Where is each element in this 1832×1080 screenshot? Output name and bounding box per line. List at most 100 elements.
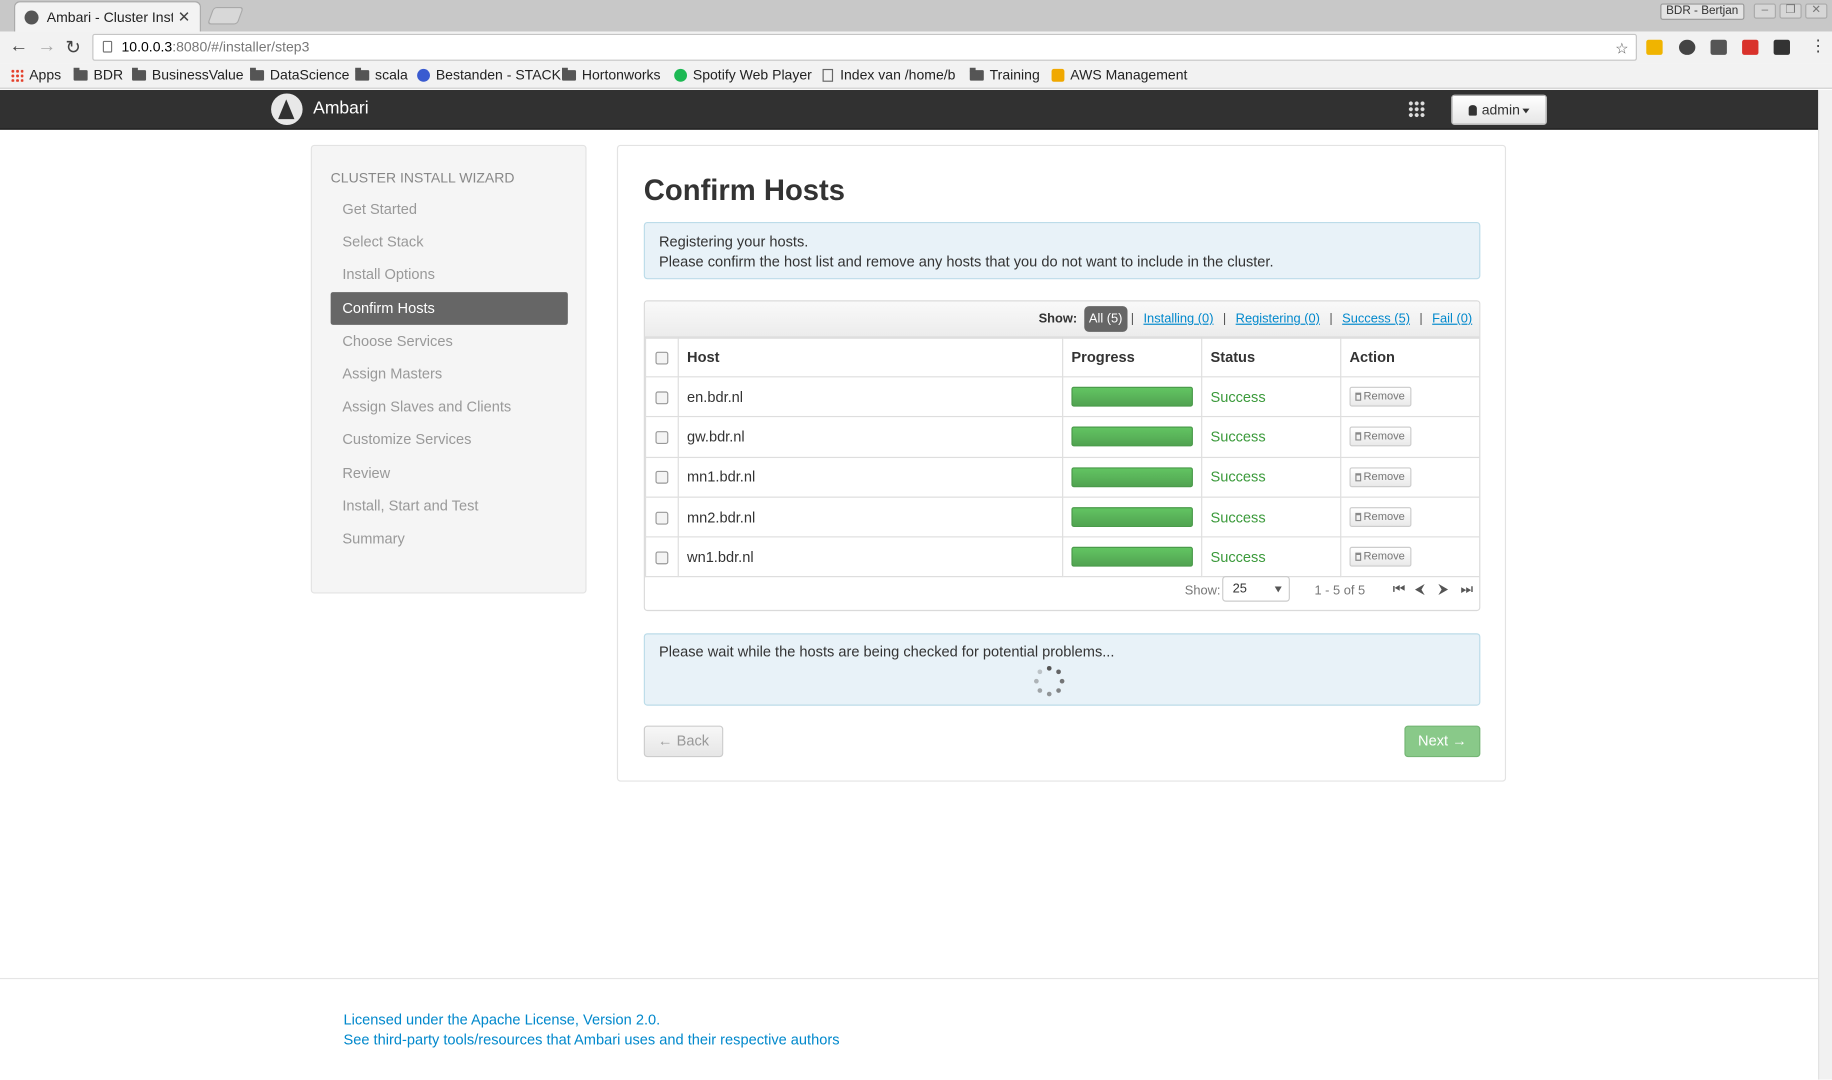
- filter-registering[interactable]: Registering (0): [1236, 312, 1320, 326]
- wizard-step[interactable]: Customize Services: [331, 423, 568, 456]
- new-tab-button[interactable]: [207, 7, 244, 25]
- wizard-title: CLUSTER INSTALL WIZARD: [330, 169, 515, 186]
- bookmark-folder[interactable]: Hortonworks: [562, 67, 661, 83]
- host-name: mn1.bdr.nl: [677, 456, 1064, 498]
- bookmark-link[interactable]: Spotify Web Player: [674, 67, 812, 83]
- folder-icon: [969, 67, 984, 81]
- remove-host-button[interactable]: Remove: [1349, 547, 1412, 568]
- bookmark-folder[interactable]: BusinessValue: [132, 67, 244, 83]
- bookmark-folder[interactable]: scala: [355, 67, 408, 83]
- ambari-favicon-icon: [24, 9, 39, 24]
- user-menu-button[interactable]: admin: [1451, 94, 1547, 126]
- reload-icon[interactable]: ↻: [65, 36, 81, 59]
- remove-host-button[interactable]: Remove: [1349, 386, 1412, 407]
- wizard-step[interactable]: Select Stack: [331, 226, 568, 259]
- page-info-icon[interactable]: [102, 40, 113, 53]
- wizard-step[interactable]: Review: [331, 456, 568, 489]
- next-page-icon[interactable]: ⮞: [1438, 581, 1448, 599]
- wizard-step-active[interactable]: Confirm Hosts: [330, 291, 568, 325]
- forward-arrow-icon[interactable]: →: [37, 36, 56, 57]
- row-checkbox[interactable]: [655, 551, 669, 565]
- host-status[interactable]: Success: [1201, 416, 1342, 458]
- mail-icon[interactable]: [1710, 39, 1727, 55]
- bookmark-apps[interactable]: Apps: [10, 67, 61, 83]
- row-checkbox[interactable]: [655, 471, 669, 485]
- profile-badge[interactable]: BDR - Bertjan: [1660, 3, 1745, 20]
- trash-icon: [1355, 512, 1362, 522]
- host-status[interactable]: Success: [1201, 456, 1342, 498]
- trash-icon: [1355, 553, 1362, 562]
- select-all-checkbox[interactable]: [655, 351, 669, 365]
- bookmark-link[interactable]: Bestanden - STACK: [417, 67, 561, 83]
- page-footer: Licensed under the Apache License, Versi…: [0, 977, 1819, 1080]
- remove-host-button[interactable]: Remove: [1349, 467, 1412, 487]
- extension-icon[interactable]: [1646, 39, 1663, 55]
- wizard-step[interactable]: Assign Slaves and Clients: [331, 390, 568, 423]
- alert-line: Please confirm the host list and remove …: [658, 253, 1274, 270]
- back-button[interactable]: ← Back: [643, 725, 724, 758]
- restore-icon[interactable]: ❐: [1779, 3, 1802, 19]
- filter-fail[interactable]: Fail (0): [1432, 312, 1472, 326]
- brand-name[interactable]: Ambari: [313, 98, 369, 118]
- row-checkbox[interactable]: [655, 431, 669, 445]
- bookmark-link[interactable]: AWS Management: [1051, 67, 1187, 83]
- browser-tab[interactable]: Ambari - Cluster Install ✕: [14, 1, 201, 32]
- column-header-host[interactable]: Host: [677, 337, 1064, 378]
- hosts-table: Host Progress Status Action en.bdr.nl Su…: [644, 337, 1480, 578]
- host-status[interactable]: Success: [1201, 496, 1342, 538]
- table-header-row: Host Progress Status Action: [644, 337, 1480, 378]
- third-party-link[interactable]: See third-party tools/resources that Amb…: [344, 1032, 840, 1048]
- remove-host-button[interactable]: Remove: [1349, 426, 1412, 447]
- page-scrollbar[interactable]: [1818, 89, 1832, 1080]
- wizard-step[interactable]: Install, Start and Test: [331, 489, 568, 522]
- wizard-step[interactable]: Install Options: [331, 259, 568, 292]
- registering-alert: Registering your hosts. Please confirm t…: [643, 221, 1481, 280]
- bookmark-link[interactable]: Index van /home/b: [822, 67, 955, 83]
- table-pager: Show: 25 1 - 5 of 5 ⏮ ⮜ ⮞ ⏭: [645, 571, 1479, 610]
- menu-icon[interactable]: ⋮: [1810, 36, 1826, 56]
- column-header-progress: Progress: [1062, 337, 1203, 378]
- close-icon[interactable]: ✕: [178, 8, 191, 27]
- row-checkbox[interactable]: [655, 511, 669, 525]
- bookmark-star-icon[interactable]: ☆: [1615, 36, 1629, 61]
- next-button[interactable]: Next →: [1404, 725, 1481, 758]
- page-size-select[interactable]: 25: [1222, 576, 1290, 602]
- progress-bar: [1071, 467, 1193, 487]
- back-arrow-icon[interactable]: ←: [9, 36, 28, 57]
- previous-page-icon[interactable]: ⮜: [1415, 581, 1425, 599]
- minimize-icon[interactable]: –: [1753, 3, 1776, 19]
- filter-all[interactable]: All (5): [1084, 306, 1128, 332]
- host-status[interactable]: Success: [1201, 376, 1342, 418]
- window-close-icon[interactable]: ✕: [1805, 3, 1828, 19]
- aws-icon: [1051, 68, 1065, 82]
- wizard-step[interactable]: Choose Services: [331, 325, 568, 358]
- wizard-step[interactable]: Summary: [331, 522, 568, 555]
- ambari-logo-icon[interactable]: [271, 93, 303, 126]
- folder-icon: [250, 67, 265, 81]
- first-page-icon[interactable]: ⏮: [1393, 581, 1406, 599]
- filter-installing[interactable]: Installing (0): [1143, 312, 1213, 326]
- bookmarks-bar: Apps BDR BusinessValue DataScience scala…: [0, 63, 1832, 89]
- license-link[interactable]: Licensed under the Apache License, Versi…: [344, 1012, 661, 1028]
- browser-window: Ambari - Cluster Install ✕ BDR - Bertjan…: [0, 0, 1832, 1080]
- filter-success[interactable]: Success (5): [1342, 312, 1410, 326]
- last-page-icon[interactable]: ⏭: [1461, 581, 1474, 599]
- bookmark-folder[interactable]: BDR: [73, 67, 123, 83]
- bookmark-folder[interactable]: DataScience: [250, 67, 349, 83]
- extension-icon[interactable]: [1742, 39, 1759, 55]
- wizard-step[interactable]: Assign Masters: [331, 357, 568, 390]
- filter-separator: |: [1130, 311, 1135, 326]
- wizard-sidebar: CLUSTER INSTALL WIZARD Get Started Selec…: [310, 144, 587, 594]
- spotify-icon: [674, 68, 688, 82]
- progress-bar: [1071, 507, 1193, 527]
- progress-bar: [1071, 547, 1193, 568]
- address-bar[interactable]: 10.0.0.3:8080/#/installer/step3 ☆: [92, 33, 1637, 61]
- views-grid-icon[interactable]: [1407, 100, 1426, 119]
- bookmark-folder[interactable]: Training: [969, 67, 1040, 83]
- wizard-step[interactable]: Get Started: [331, 193, 568, 226]
- loading-spinner-icon: [1034, 665, 1065, 697]
- extension-icon[interactable]: [1773, 39, 1790, 55]
- remove-host-button[interactable]: Remove: [1349, 507, 1412, 527]
- extension-icon[interactable]: [1678, 39, 1696, 55]
- row-checkbox[interactable]: [655, 391, 669, 405]
